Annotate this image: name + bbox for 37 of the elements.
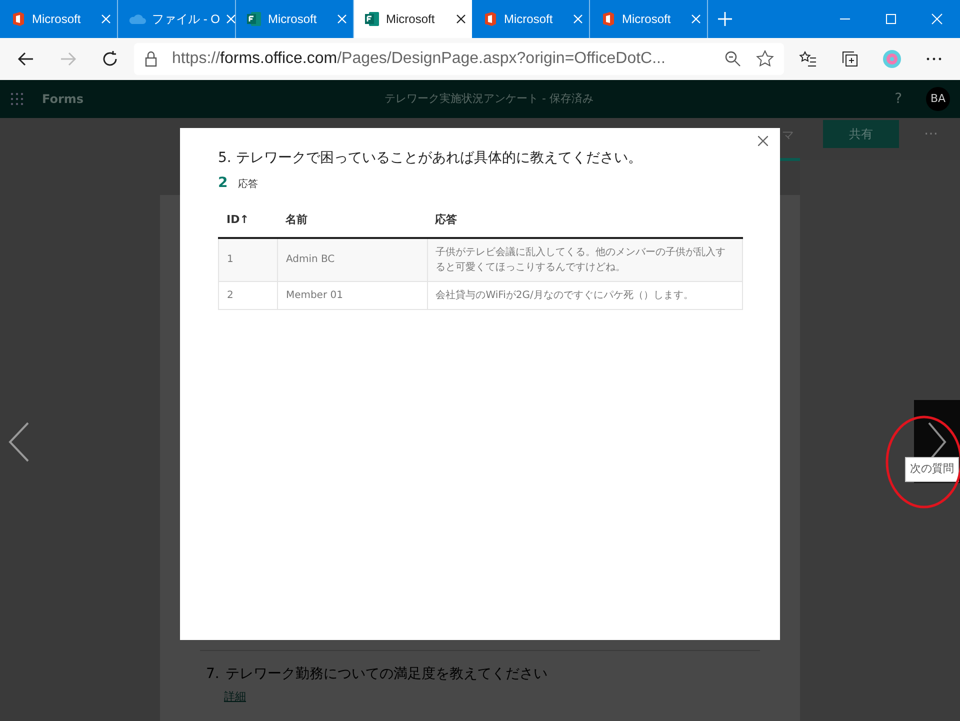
- response-count-label: 応答: [238, 178, 258, 192]
- share-button[interactable]: 共有: [823, 120, 899, 148]
- office-icon: [10, 11, 26, 27]
- favorite-star-icon[interactable]: [756, 50, 774, 68]
- forms-icon: [246, 11, 262, 27]
- close-icon[interactable]: [456, 14, 466, 24]
- response-count: 2: [218, 174, 228, 193]
- question-title: テレワーク勤務についての満足度を教えてください: [225, 665, 548, 684]
- app-name[interactable]: Forms: [42, 90, 84, 108]
- more-options-button[interactable]: ⋯: [924, 124, 938, 145]
- profile-avatar-icon[interactable]: [883, 50, 901, 68]
- table-cell: 1: [218, 238, 278, 281]
- refresh-icon[interactable]: [101, 50, 119, 68]
- tooltip: 次の質問: [905, 457, 959, 482]
- lock-icon: [144, 51, 158, 67]
- forms-icon: [364, 11, 380, 27]
- new-tab-icon[interactable]: [718, 12, 732, 26]
- back-icon[interactable]: [17, 50, 35, 68]
- office-icon: [482, 11, 498, 27]
- collections-icon[interactable]: [841, 50, 859, 68]
- favorites-icon[interactable]: [799, 50, 817, 68]
- office-icon: [600, 11, 616, 27]
- form-title: テレワーク実施状況アンケート - 保存済み: [384, 90, 594, 107]
- user-avatar[interactable]: BA: [926, 87, 950, 111]
- browser-tab[interactable]: Microsoft: [354, 0, 472, 38]
- table-cell: 子供がテレビ会議に乱入してくる。他のメンバーの子供が乱入すると可愛くてほっこりするんですけどね。: [427, 238, 742, 281]
- table-cell: 2: [218, 281, 278, 309]
- table-cell: Admin BC: [277, 238, 428, 281]
- zoom-icon[interactable]: [724, 50, 742, 68]
- help-link[interactable]: ?: [894, 88, 902, 110]
- maximize-icon[interactable]: [885, 13, 897, 25]
- table-cell: 会社貸与のWiFiが2G/月なのですぐにパケ死（）します。: [427, 281, 742, 309]
- question-title: 5. テレワークで困っていることがあれば具体的に教えてください。: [218, 149, 643, 168]
- table-cell: Member 01: [277, 281, 428, 309]
- cloud-icon: [128, 12, 146, 26]
- question-number: 7.: [206, 665, 220, 684]
- app-launcher-icon[interactable]: [10, 92, 24, 106]
